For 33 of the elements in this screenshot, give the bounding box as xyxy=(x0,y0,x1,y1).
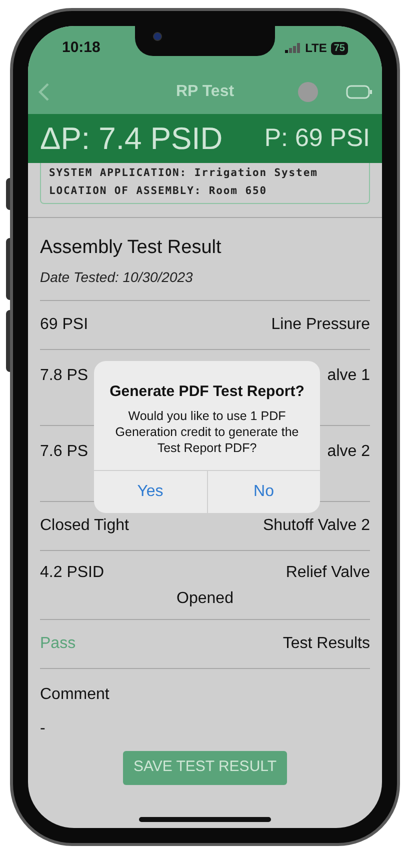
row-value: 7.6 PS xyxy=(40,442,88,462)
row-value: 4.2 PSID xyxy=(40,562,104,582)
differential-pressure: ΔP: 7.4 PSID xyxy=(40,123,223,154)
row-note: Opened xyxy=(176,588,234,608)
status-time: 10:18 xyxy=(62,38,100,58)
info-line: LOCATION OF ASSEMBLY: Room 650 xyxy=(49,184,268,198)
info-line: SYSTEM APPLICATION: Irrigation System xyxy=(49,166,319,180)
row-label: Shutoff Valve 2 xyxy=(262,516,370,536)
back-icon[interactable] xyxy=(38,82,50,102)
dialog-button[interactable]: Yes xyxy=(94,470,206,512)
save-button[interactable]: SAVE TEST RESULT xyxy=(123,750,287,784)
row-label: Line Pressure xyxy=(271,314,370,334)
comment-label: Comment xyxy=(40,684,110,704)
date-tested: Date Tested: 10/30/2023 xyxy=(40,268,194,286)
row-value: Closed Tight xyxy=(40,516,129,536)
dialog-title: Generate PDF Test Report? xyxy=(110,382,304,402)
row-label: Test Results xyxy=(282,634,370,654)
row-label: alve 1 xyxy=(327,366,370,386)
comment-value: - xyxy=(40,718,46,738)
signal-icon xyxy=(285,43,302,53)
row-label: alve 2 xyxy=(327,442,370,462)
line-pressure: P: 69 PSI xyxy=(264,126,370,151)
row-value: Pass xyxy=(40,634,76,654)
row-value: 7.8 PS xyxy=(40,366,88,386)
nav-title: RP Test xyxy=(176,82,234,102)
network-label: LTE xyxy=(305,40,327,57)
dialog-button[interactable]: No xyxy=(206,470,320,512)
row-label: Relief Valve xyxy=(286,562,370,582)
battery-level: 75 xyxy=(330,42,348,54)
dialog-message: Would you like to use 1 PDF Generation credit to generate the Test Report PDF? xyxy=(114,408,300,456)
camera-icon xyxy=(153,32,162,41)
section-title: Assembly Test Result xyxy=(40,236,222,260)
row-value: 69 PSI xyxy=(40,314,88,334)
